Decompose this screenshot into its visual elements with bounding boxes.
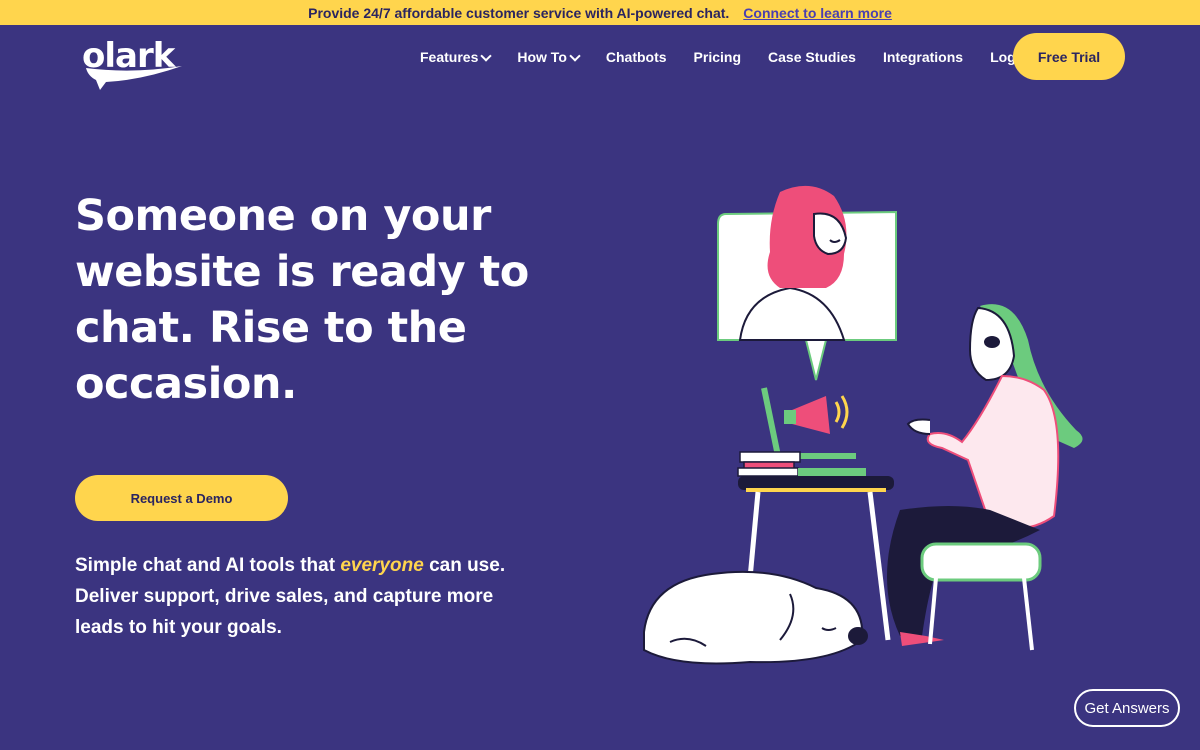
olark-logo[interactable]: olark bbox=[82, 36, 192, 92]
nav-case-studies[interactable]: Case Studies bbox=[768, 49, 856, 65]
sleeping-dog bbox=[643, 570, 868, 665]
nav-how-to-label: How To bbox=[517, 49, 567, 65]
request-demo-button[interactable]: Request a Demo bbox=[75, 475, 288, 521]
get-answers-button[interactable]: Get Answers bbox=[1074, 689, 1180, 727]
hero-subtitle-emphasis: everyone bbox=[340, 555, 424, 576]
chair bbox=[920, 542, 1042, 651]
laptop bbox=[737, 387, 866, 477]
megaphone bbox=[784, 395, 849, 434]
nav-integrations[interactable]: Integrations bbox=[883, 49, 963, 65]
hero-subtitle: Simple chat and AI tools that everyone c… bbox=[75, 550, 515, 643]
announcement-message: Provide 24/7 affordable customer service… bbox=[308, 4, 730, 21]
hero-illustration bbox=[643, 185, 1083, 665]
main-nav: Features How To Chatbots Pricing Case St… bbox=[420, 33, 1059, 81]
nav-pricing[interactable]: Pricing bbox=[694, 49, 741, 65]
agent-person bbox=[887, 304, 1083, 646]
nav-how-to[interactable]: How To bbox=[517, 49, 581, 65]
chevron-down-icon bbox=[569, 49, 581, 62]
nav-chatbots[interactable]: Chatbots bbox=[606, 49, 667, 65]
nav-features-label: Features bbox=[420, 49, 479, 65]
customer-speech-bubble bbox=[717, 185, 897, 381]
hero-subtitle-start: Simple chat and AI tools that bbox=[75, 555, 336, 576]
speech-tail-icon bbox=[86, 66, 182, 90]
announcement-bar: Provide 24/7 affordable customer service… bbox=[0, 0, 1200, 25]
announcement-link[interactable]: Connect to learn more bbox=[743, 5, 892, 21]
nav-features[interactable]: Features bbox=[420, 49, 493, 65]
chevron-down-icon bbox=[480, 49, 493, 62]
free-trial-button[interactable]: Free Trial bbox=[1013, 33, 1125, 80]
hero-title: Someone on your website is ready to chat… bbox=[75, 191, 529, 409]
